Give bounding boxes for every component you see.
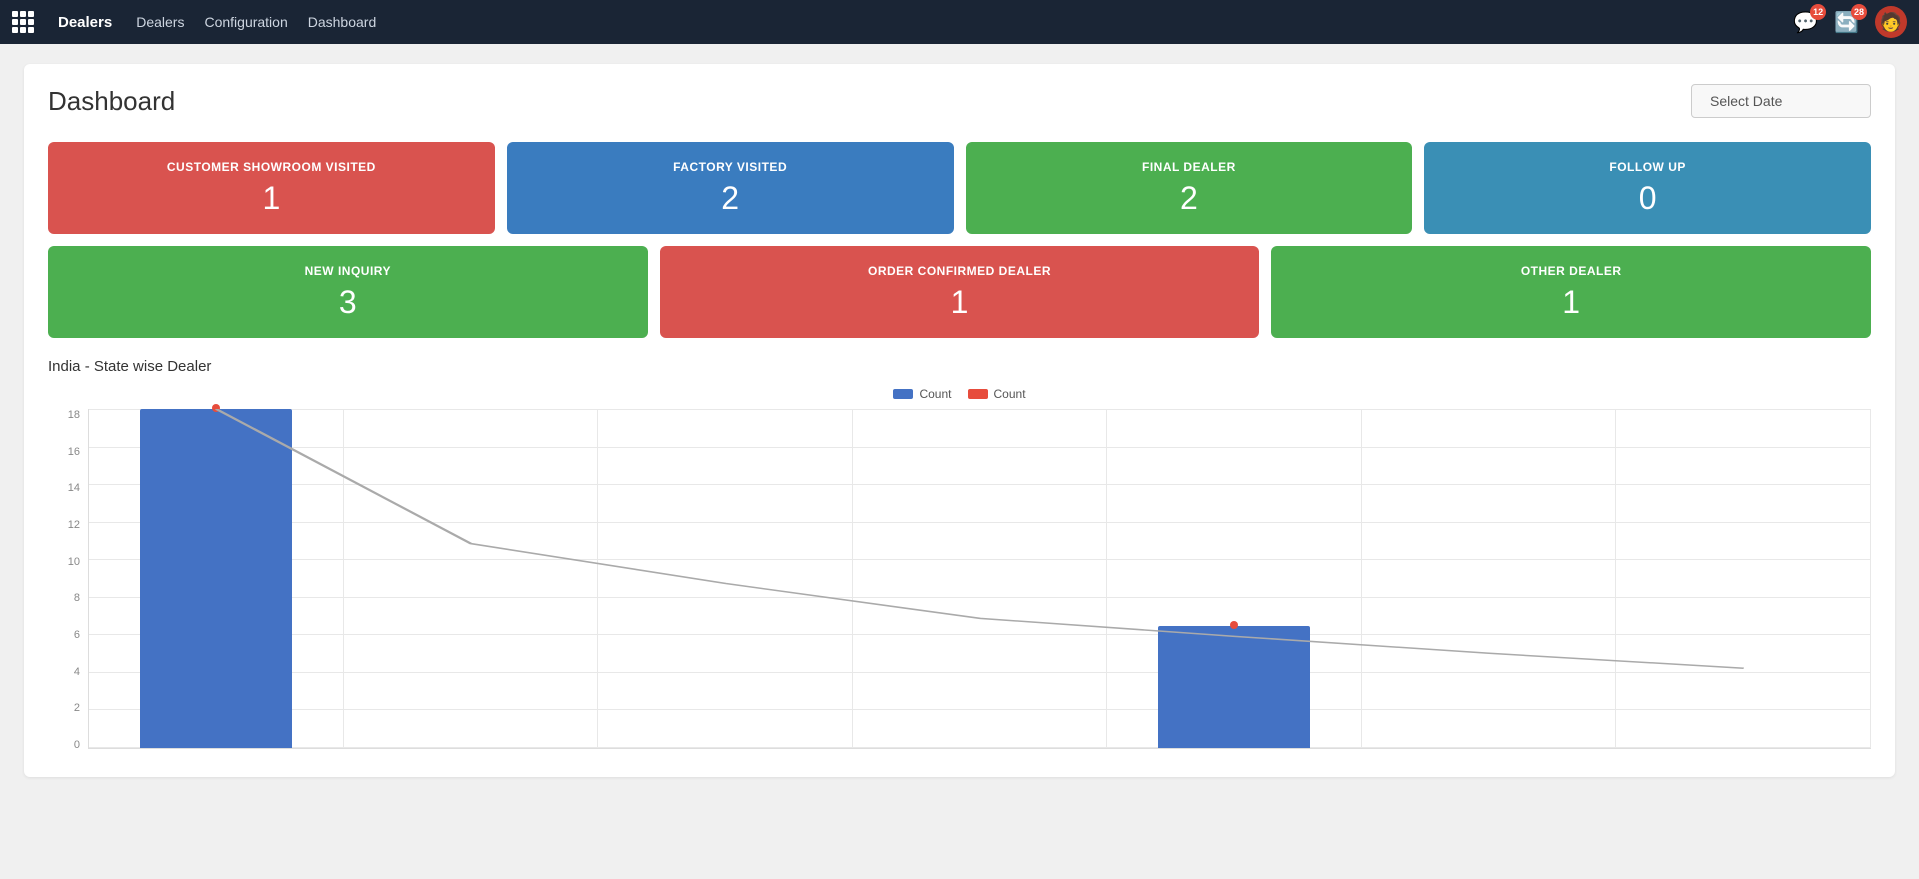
legend-blue: Count bbox=[893, 387, 951, 401]
topnav-right: 💬 12 🔄 28 🧑 bbox=[1793, 6, 1907, 38]
bar-group-6 bbox=[1362, 409, 1617, 748]
y-label-6: 6 bbox=[48, 629, 80, 641]
bar-5-blue bbox=[1158, 626, 1310, 748]
stat-value-other-dealer: 1 bbox=[1562, 286, 1580, 318]
chart-legend: Count Count bbox=[48, 387, 1871, 401]
stat-value-final-dealer: 2 bbox=[1180, 182, 1198, 214]
chart-area-wrapper: 0 2 4 6 8 10 12 14 16 18 bbox=[48, 409, 1871, 753]
stat-row-2: NEW INQUIRY 3 Order Confirmed dealer 1 O… bbox=[48, 246, 1871, 338]
bar-group-4 bbox=[853, 409, 1108, 748]
chart-title: India - State wise Dealer bbox=[48, 358, 1871, 375]
y-label-14: 14 bbox=[48, 482, 80, 494]
brand-label: Dealers bbox=[58, 14, 112, 31]
bar-group-3 bbox=[598, 409, 853, 748]
main-wrapper: Dashboard Select Date CUSTOMER SHOWROOM … bbox=[0, 44, 1919, 797]
y-axis-labels: 0 2 4 6 8 10 12 14 16 18 bbox=[48, 409, 80, 753]
legend-blue-swatch bbox=[893, 389, 913, 399]
legend-red: Count bbox=[968, 387, 1026, 401]
nav-links: Dealers Configuration Dashboard bbox=[136, 14, 1769, 30]
nav-link-dashboard[interactable]: Dashboard bbox=[308, 14, 377, 30]
y-label-18: 18 bbox=[48, 409, 80, 421]
avatar-icon: 🧑 bbox=[1880, 12, 1902, 33]
stat-card-factory[interactable]: FACTORY VISITED 2 bbox=[507, 142, 954, 234]
notification-icon-button[interactable]: 🔄 28 bbox=[1834, 10, 1859, 35]
stat-label-other-dealer: Other dealer bbox=[1521, 264, 1622, 278]
chart-section: India - State wise Dealer Count Count 0 … bbox=[48, 358, 1871, 753]
dashboard-header: Dashboard Select Date bbox=[48, 84, 1871, 118]
notif-badge: 28 bbox=[1851, 4, 1867, 20]
stat-label-factory: FACTORY VISITED bbox=[673, 160, 787, 174]
chat-badge: 12 bbox=[1810, 4, 1826, 20]
bar-1-red-dot bbox=[212, 404, 220, 412]
stat-value-order-confirmed: 1 bbox=[951, 286, 969, 318]
stat-card-final-dealer[interactable]: FINAL DEALER 2 bbox=[966, 142, 1413, 234]
stat-value-new-inquiry: 3 bbox=[339, 286, 357, 318]
bar-group-1 bbox=[89, 409, 344, 748]
stat-card-other-dealer[interactable]: Other dealer 1 bbox=[1271, 246, 1871, 338]
stat-card-new-inquiry[interactable]: NEW INQUIRY 3 bbox=[48, 246, 648, 338]
top-navigation: Dealers Dealers Configuration Dashboard … bbox=[0, 0, 1919, 44]
y-label-8: 8 bbox=[48, 592, 80, 604]
nav-link-configuration[interactable]: Configuration bbox=[204, 14, 287, 30]
bar-5-red-dot bbox=[1230, 621, 1238, 629]
stat-label-final-dealer: FINAL DEALER bbox=[1142, 160, 1236, 174]
legend-blue-label: Count bbox=[919, 387, 951, 401]
grid-menu-icon[interactable] bbox=[12, 11, 34, 33]
stat-label-order-confirmed: Order Confirmed dealer bbox=[868, 264, 1051, 278]
chart-plot bbox=[88, 409, 1871, 749]
y-label-12: 12 bbox=[48, 519, 80, 531]
date-select-button[interactable]: Select Date bbox=[1691, 84, 1871, 118]
dashboard-card: Dashboard Select Date CUSTOMER SHOWROOM … bbox=[24, 64, 1895, 777]
bars-area bbox=[89, 409, 1871, 748]
stat-label-new-inquiry: NEW INQUIRY bbox=[305, 264, 391, 278]
stat-value-followup: 0 bbox=[1639, 182, 1657, 214]
stat-label-followup: FOLLOW UP bbox=[1609, 160, 1686, 174]
y-label-2: 2 bbox=[48, 702, 80, 714]
legend-red-label: Count bbox=[994, 387, 1026, 401]
stat-card-followup[interactable]: FOLLOW UP 0 bbox=[1424, 142, 1871, 234]
stat-row-1: CUSTOMER SHOWROOM VISITED 1 FACTORY VISI… bbox=[48, 142, 1871, 234]
stat-card-showroom[interactable]: CUSTOMER SHOWROOM VISITED 1 bbox=[48, 142, 495, 234]
chat-icon-button[interactable]: 💬 12 bbox=[1793, 10, 1818, 35]
stat-value-showroom: 1 bbox=[262, 182, 280, 214]
bar-group-2 bbox=[344, 409, 599, 748]
legend-red-swatch bbox=[968, 389, 988, 399]
bar-group-5 bbox=[1107, 409, 1362, 748]
y-label-16: 16 bbox=[48, 446, 80, 458]
user-avatar[interactable]: 🧑 bbox=[1875, 6, 1907, 38]
y-label-10: 10 bbox=[48, 556, 80, 568]
stat-label-showroom: CUSTOMER SHOWROOM VISITED bbox=[167, 160, 376, 174]
y-label-4: 4 bbox=[48, 666, 80, 678]
bar-1-blue bbox=[140, 409, 292, 748]
nav-link-dealers[interactable]: Dealers bbox=[136, 14, 184, 30]
page-title: Dashboard bbox=[48, 86, 175, 117]
y-label-0: 0 bbox=[48, 739, 80, 751]
stat-card-order-confirmed[interactable]: Order Confirmed dealer 1 bbox=[660, 246, 1260, 338]
stat-value-factory: 2 bbox=[721, 182, 739, 214]
bar-group-7 bbox=[1616, 409, 1871, 748]
